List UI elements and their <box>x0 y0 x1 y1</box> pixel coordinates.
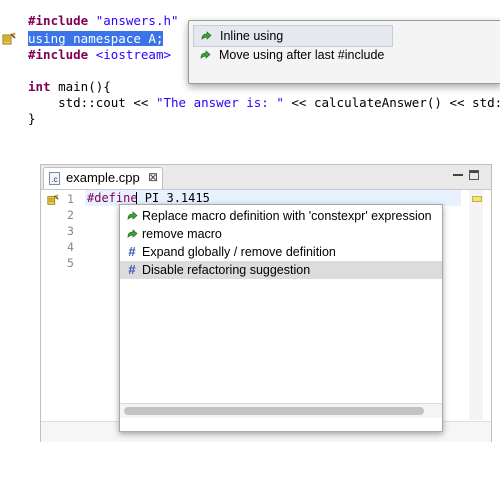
minimize-button[interactable] <box>453 170 463 180</box>
selected-using-statement[interactable]: using namespace A; <box>28 31 164 46</box>
quick-fix-label: Move using after last #include <box>219 48 385 62</box>
line-number: 5 <box>67 256 74 270</box>
green-arrow-icon <box>201 31 212 40</box>
include-string: <iostream> <box>95 47 172 62</box>
quick-fix-label: Replace macro definition with 'constexpr… <box>142 209 432 223</box>
top-quick-fix-popup: Inline using Move using after last #incl… <box>188 20 500 84</box>
hash-icon: # <box>128 262 136 277</box>
line-number: 1 <box>67 192 74 206</box>
main-signature: main(){ <box>50 79 111 94</box>
code-line-3: #include <iostream> <box>28 46 171 64</box>
code-line-1[interactable]: #define PI 3.1415 <box>87 191 210 205</box>
int-keyword: int <box>28 79 51 94</box>
close-icon[interactable]: ⊠ <box>148 170 158 184</box>
code-line-6: std::cout << "The answer is: " << calcul… <box>28 94 500 112</box>
define-directive: #define <box>87 191 138 205</box>
c-file-icon: .c <box>49 172 60 185</box>
closing-brace: } <box>28 111 36 126</box>
hash-icon: # <box>128 244 136 259</box>
green-arrow-icon <box>127 229 138 238</box>
quick-fix-item-expand-globally[interactable]: # Expand globally / remove definition <box>120 243 442 261</box>
code-line-7: } <box>28 110 36 128</box>
quick-fix-label: Expand globally / remove definition <box>142 245 336 259</box>
scrollbar-thumb[interactable] <box>124 407 424 415</box>
green-arrow-icon <box>127 211 138 220</box>
quick-fix-popup: Replace macro definition with 'constexpr… <box>119 204 443 432</box>
green-arrow-icon <box>200 50 211 59</box>
quick-fix-label: Disable refactoring suggestion <box>142 263 311 277</box>
line-number-gutter: 1 2 3 4 5 <box>41 190 85 420</box>
include-keyword: #include <box>28 47 89 62</box>
quick-fix-item-disable-suggestion[interactable]: # Disable refactoring suggestion <box>120 261 442 279</box>
overview-ruler[interactable] <box>469 190 483 420</box>
include-string: "answers.h" <box>95 13 179 28</box>
quick-fix-wand-icon[interactable] <box>2 32 16 46</box>
line-number: 3 <box>67 224 74 238</box>
line-number: 2 <box>67 208 74 222</box>
popup-horizontal-scrollbar[interactable] <box>120 403 442 418</box>
line-number: 4 <box>67 240 74 254</box>
define-body: PI 3.1415 <box>137 191 210 205</box>
cout-suffix: << calculateAnswer() << std:: <box>283 95 500 110</box>
cout-prefix: std::cout << <box>28 95 156 110</box>
quick-fix-label: Inline using <box>220 29 284 43</box>
quick-fix-label: remove macro <box>142 227 222 241</box>
quick-fix-item-replace-macro[interactable]: Replace macro definition with 'constexpr… <box>120 207 442 225</box>
quick-fix-wand-icon[interactable] <box>47 194 59 206</box>
cout-string: "The answer is: " <box>155 95 284 110</box>
editor-tab-bar: .c example.cpp ⊠ <box>41 165 491 190</box>
maximize-button[interactable] <box>469 170 479 180</box>
code-line-1: #include "answers.h" <box>28 12 179 30</box>
quick-fix-item-remove-macro[interactable]: remove macro <box>120 225 442 243</box>
tab-label: example.cpp <box>66 170 140 185</box>
quick-fix-item-move-using[interactable]: Move using after last #include <box>193 45 391 65</box>
include-keyword: #include <box>28 13 89 28</box>
warning-marker[interactable] <box>472 196 482 202</box>
tab-example-cpp[interactable]: .c example.cpp ⊠ <box>43 167 163 189</box>
quick-fix-item-inline-using[interactable]: Inline using <box>193 25 393 47</box>
